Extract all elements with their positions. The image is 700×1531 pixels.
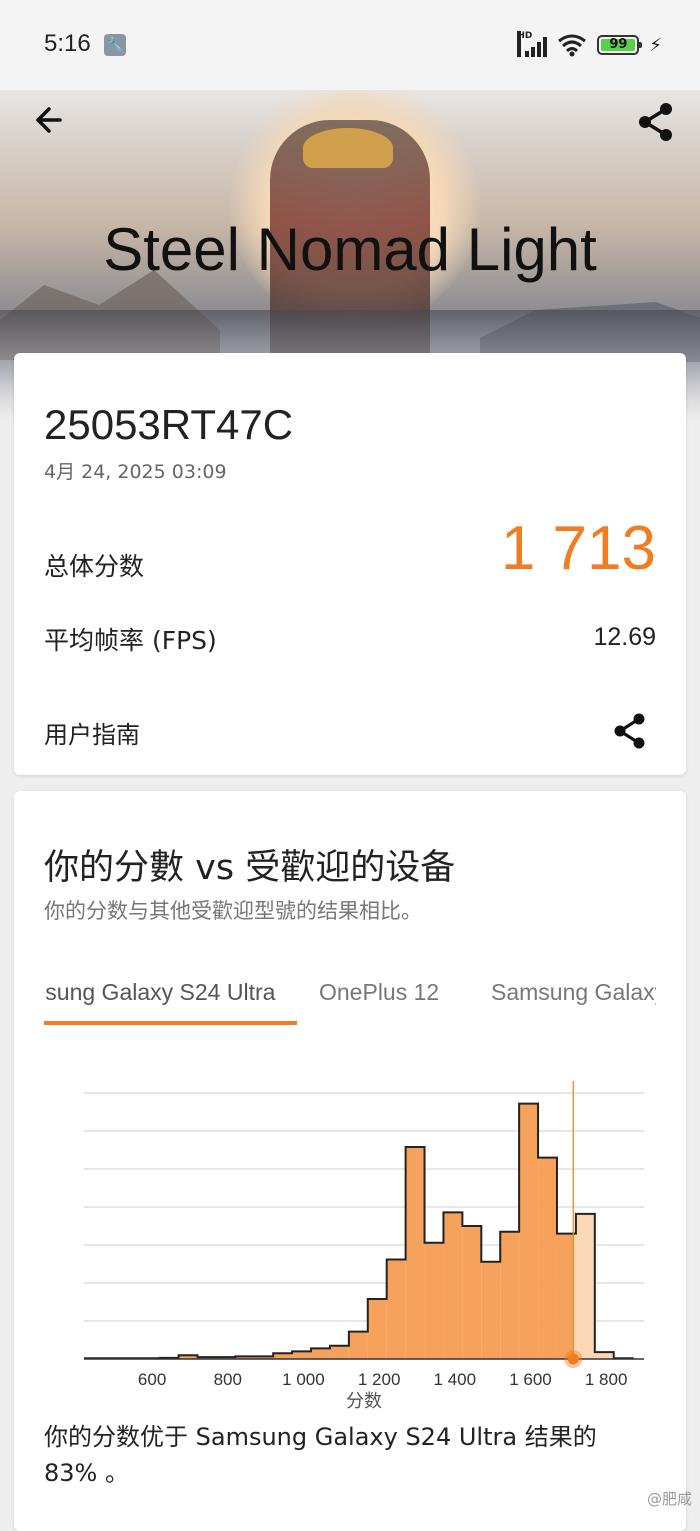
histogram-bar bbox=[367, 1298, 387, 1359]
x-tick-label: 1 000 bbox=[282, 1370, 325, 1389]
histogram-bar bbox=[538, 1157, 557, 1359]
histogram-bar bbox=[348, 1331, 368, 1359]
battery-icon: 99 bbox=[597, 35, 643, 55]
device-name: 25053RT47C bbox=[44, 401, 294, 448]
wrench-icon: 🔧 bbox=[104, 34, 126, 56]
score-distribution-chart: 600 800 1 000 1 200 1 400 1 600 1 800 分数 bbox=[84, 1081, 644, 1411]
x-tick-label: 1 400 bbox=[434, 1370, 477, 1389]
comparison-subtitle: 你的分数与其他受歡迎型號的结果相比。 bbox=[44, 899, 422, 923]
arrow-left-icon[interactable] bbox=[30, 100, 70, 140]
signal-icon: HD bbox=[517, 31, 548, 57]
histogram-bar bbox=[556, 1233, 574, 1359]
histogram-bar bbox=[292, 1351, 312, 1359]
histogram-bar bbox=[329, 1345, 349, 1359]
histogram-bar bbox=[405, 1146, 425, 1359]
comparison-result-text: 你的分数优于 Samsung Galaxy S24 Ultra 结果的 83% … bbox=[44, 1423, 597, 1487]
histogram-bar bbox=[594, 1352, 614, 1359]
status-icons: HD 99 ⚡ bbox=[517, 30, 662, 60]
histogram-bar bbox=[519, 1103, 539, 1359]
device-tabs: Samsung Galaxy S24 Ultra OnePlus 12 Sams… bbox=[44, 961, 656, 1031]
histogram-bar bbox=[500, 1231, 520, 1359]
x-tick-label: 600 bbox=[138, 1370, 166, 1389]
user-guide-link[interactable]: 用户指南 bbox=[44, 715, 140, 750]
x-tick-label: 800 bbox=[214, 1370, 242, 1389]
tab-samsung-galaxy-s24[interactable]: Samsung Galaxy S24 bbox=[491, 979, 656, 1006]
histogram-bar bbox=[575, 1213, 595, 1359]
share-icon[interactable] bbox=[612, 711, 648, 751]
histogram-bar bbox=[424, 1242, 444, 1359]
histogram-bar bbox=[443, 1212, 463, 1359]
page-title: Steel Nomad Light bbox=[103, 216, 597, 283]
battery-level: 99 bbox=[601, 38, 636, 51]
histogram-bar bbox=[462, 1226, 482, 1359]
your-score-marker bbox=[567, 1353, 579, 1365]
tab-oneplus-12[interactable]: OnePlus 12 bbox=[319, 979, 439, 1006]
histogram-bar bbox=[311, 1348, 330, 1359]
comparison-card: 你的分數 vs 受歡迎的设备 你的分数与其他受歡迎型號的结果相比。 Samsun… bbox=[14, 791, 686, 1531]
result-card: 25053RT47C 4月 24, 2025 03:09 总体分数 1 713 … bbox=[14, 353, 686, 775]
tab-samsung-galaxy-s24-ultra[interactable]: Samsung Galaxy S24 Ultra bbox=[44, 979, 275, 1006]
status-bar: 5:16 🔧 HD 99 ⚡ bbox=[0, 0, 700, 90]
score-value: 1 713 bbox=[500, 514, 656, 583]
network-badge: HD bbox=[517, 31, 532, 57]
share-icon[interactable] bbox=[636, 100, 676, 144]
status-time: 5:16 bbox=[44, 30, 91, 57]
comparison-title: 你的分數 vs 受歡迎的设备 bbox=[44, 848, 456, 888]
charging-icon: ⚡ bbox=[649, 34, 662, 56]
histogram-bar bbox=[481, 1261, 501, 1359]
active-tab-indicator bbox=[44, 1021, 297, 1025]
x-axis-label: 分数 bbox=[346, 1391, 382, 1411]
wifi-icon bbox=[558, 34, 587, 57]
histogram-bar bbox=[386, 1259, 406, 1359]
x-tick-label: 1 800 bbox=[585, 1370, 628, 1389]
x-tick-label: 1 200 bbox=[358, 1370, 401, 1389]
watermark: @肥咸 bbox=[646, 1490, 692, 1508]
result-date: 4月 24, 2025 03:09 bbox=[44, 461, 227, 483]
x-tick-label: 1 600 bbox=[509, 1370, 552, 1389]
hero-character-hat bbox=[303, 128, 393, 168]
fps-label: 平均帧率 (FPS) bbox=[44, 626, 217, 655]
score-label: 总体分数 bbox=[44, 552, 145, 581]
fps-value: 12.69 bbox=[593, 623, 656, 651]
